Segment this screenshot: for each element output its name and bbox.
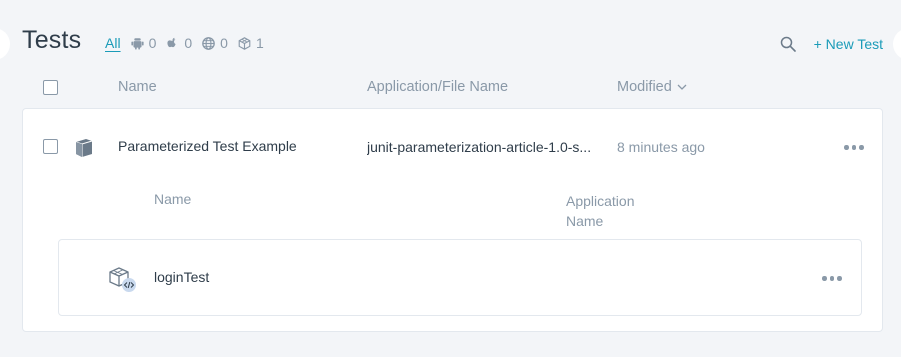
test-modified: 8 minutes ago xyxy=(617,139,705,155)
toolbar-actions: + New Test xyxy=(780,36,883,52)
column-header-modified[interactable]: Modified xyxy=(617,79,687,95)
package-box-icon xyxy=(75,139,93,157)
filter-web[interactable]: 0 xyxy=(202,35,228,51)
sub-test-row: loginTest xyxy=(58,239,862,316)
test-row-card: Parameterized Test Example junit-paramet… xyxy=(22,108,883,332)
filter-all[interactable]: All xyxy=(105,35,121,51)
search-icon xyxy=(780,36,796,52)
more-dot xyxy=(859,145,864,150)
more-dot xyxy=(829,276,834,281)
sub-column-header-application-line2: Name xyxy=(566,213,604,229)
tests-panel: Tests All 0 0 0 1 + New Test Name Applic… xyxy=(0,6,901,357)
android-count: 0 xyxy=(148,35,157,51)
sub-test-name[interactable]: loginTest xyxy=(154,269,209,285)
filter-apple[interactable]: 0 xyxy=(166,35,192,51)
sub-column-header-application: Application Name xyxy=(566,191,635,231)
web-count: 0 xyxy=(220,35,228,51)
collapse-right-tab[interactable] xyxy=(893,28,901,60)
search-button[interactable] xyxy=(780,36,796,52)
column-header-modified-label: Modified xyxy=(617,79,672,95)
more-dot xyxy=(837,276,842,281)
test-name[interactable]: Parameterized Test Example xyxy=(118,138,297,154)
cube-icon xyxy=(238,36,251,50)
filter-other[interactable]: 1 xyxy=(238,35,264,51)
filter-android[interactable]: 0 xyxy=(130,35,157,51)
platform-filters: All 0 0 0 1 xyxy=(105,35,264,51)
sub-row-more-button[interactable] xyxy=(822,276,842,281)
sub-column-header-name: Name xyxy=(154,191,192,207)
more-dot xyxy=(851,145,856,150)
other-count: 1 xyxy=(255,35,264,51)
collapse-left-tab[interactable] xyxy=(0,28,10,60)
chevron-down-icon xyxy=(677,84,687,90)
sub-column-header-application-line1: Application xyxy=(566,193,635,209)
more-dot xyxy=(822,276,827,281)
select-all-checkbox[interactable] xyxy=(43,80,58,95)
row-checkbox[interactable] xyxy=(43,139,58,154)
globe-icon xyxy=(202,36,215,50)
apple-count: 0 xyxy=(184,35,193,51)
android-icon xyxy=(130,37,144,50)
page-title: Tests xyxy=(22,26,82,54)
more-dot xyxy=(844,145,849,150)
code-cube-icon xyxy=(109,267,136,292)
new-test-button[interactable]: + New Test xyxy=(814,36,883,52)
apple-icon xyxy=(167,37,176,47)
row-more-button[interactable] xyxy=(844,145,864,150)
column-header-name[interactable]: Name xyxy=(118,79,157,95)
column-header-application[interactable]: Application/File Name xyxy=(367,79,508,95)
test-application: junit-parameterization-article-1.0-s... xyxy=(367,139,592,155)
